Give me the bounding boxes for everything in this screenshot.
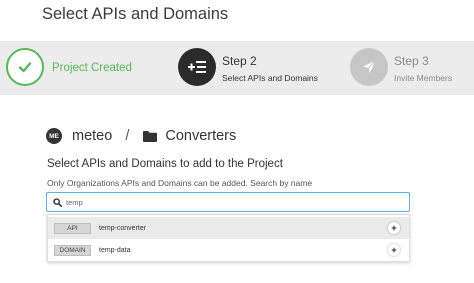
org-avatar: ME (46, 128, 62, 144)
page-title: Select APIs and Domains (42, 5, 229, 23)
type-badge: DOMAIN (54, 244, 91, 256)
step-3-label: Invite Members (394, 73, 453, 83)
result-name: temp-converter (99, 224, 147, 232)
search-input[interactable] (66, 197, 366, 207)
instruction-text: Select APIs and Domains to add to the Pr… (47, 158, 283, 170)
result-name: temp-data (99, 246, 131, 254)
plus-icon: + (391, 222, 397, 233)
breadcrumb: ME meteo / Converters (46, 126, 236, 146)
breadcrumb-project: Converters (165, 128, 237, 144)
result-row[interactable]: API temp-converter + (48, 217, 409, 239)
step-3-number: Step 3 (394, 54, 429, 68)
hint-text: Only Organizations APIs and Domains can … (47, 178, 313, 188)
search-icon (53, 197, 62, 207)
search-results-dropdown: API temp-converter + DOMAIN temp-data + (47, 214, 410, 262)
type-badge: API (54, 222, 91, 234)
step-2-label: Select APIs and Domains (222, 73, 318, 83)
progress-stepper: Project Created Step 2 Select APIs and D… (0, 41, 474, 95)
search-field[interactable] (46, 192, 410, 212)
breadcrumb-org[interactable]: meteo (72, 128, 112, 144)
send-icon (350, 48, 388, 86)
step-1-label: Project Created (52, 62, 132, 74)
breadcrumb-separator: / (125, 128, 130, 144)
add-button[interactable]: + (388, 244, 400, 256)
result-row[interactable]: DOMAIN temp-data + (48, 239, 409, 261)
add-list-icon (178, 48, 216, 86)
check-icon (6, 48, 44, 86)
folder-icon (143, 130, 158, 142)
add-button[interactable]: + (388, 222, 400, 234)
step-2-number: Step 2 (222, 54, 257, 68)
plus-icon: + (391, 244, 397, 255)
